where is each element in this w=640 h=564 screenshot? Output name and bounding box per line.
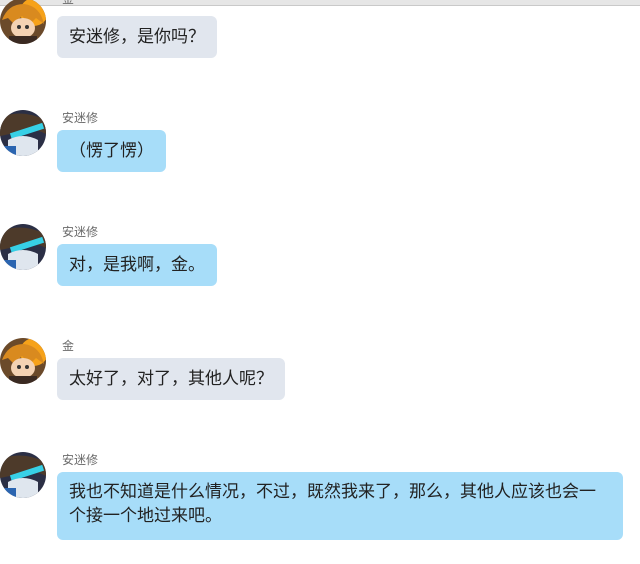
- sender-name: 安迷修: [62, 453, 99, 467]
- window-top-border: [0, 0, 640, 6]
- anmisu-avatar: [0, 110, 46, 156]
- message-bubble: （愣了愣）: [57, 130, 166, 172]
- anmisu-avatar: [0, 224, 46, 270]
- message-bubble: 太好了，对了，其他人呢？: [57, 358, 285, 400]
- kim-avatar: [0, 0, 46, 44]
- sender-name: 安迷修: [62, 225, 99, 239]
- sender-name: 金: [62, 0, 74, 6]
- message-bubble: 我也不知道是什么情况，不过，既然我来了，那么，其他人应该也会一个接一个地过来吧。: [57, 472, 623, 540]
- message-bubble: 对，是我啊，金。: [57, 244, 217, 286]
- anmisu-avatar: [0, 452, 46, 498]
- message-bubble: 安迷修，是你吗？: [57, 16, 217, 58]
- sender-name: 金: [62, 339, 75, 353]
- kim-avatar: [0, 338, 46, 384]
- sender-name: 安迷修: [62, 111, 99, 125]
